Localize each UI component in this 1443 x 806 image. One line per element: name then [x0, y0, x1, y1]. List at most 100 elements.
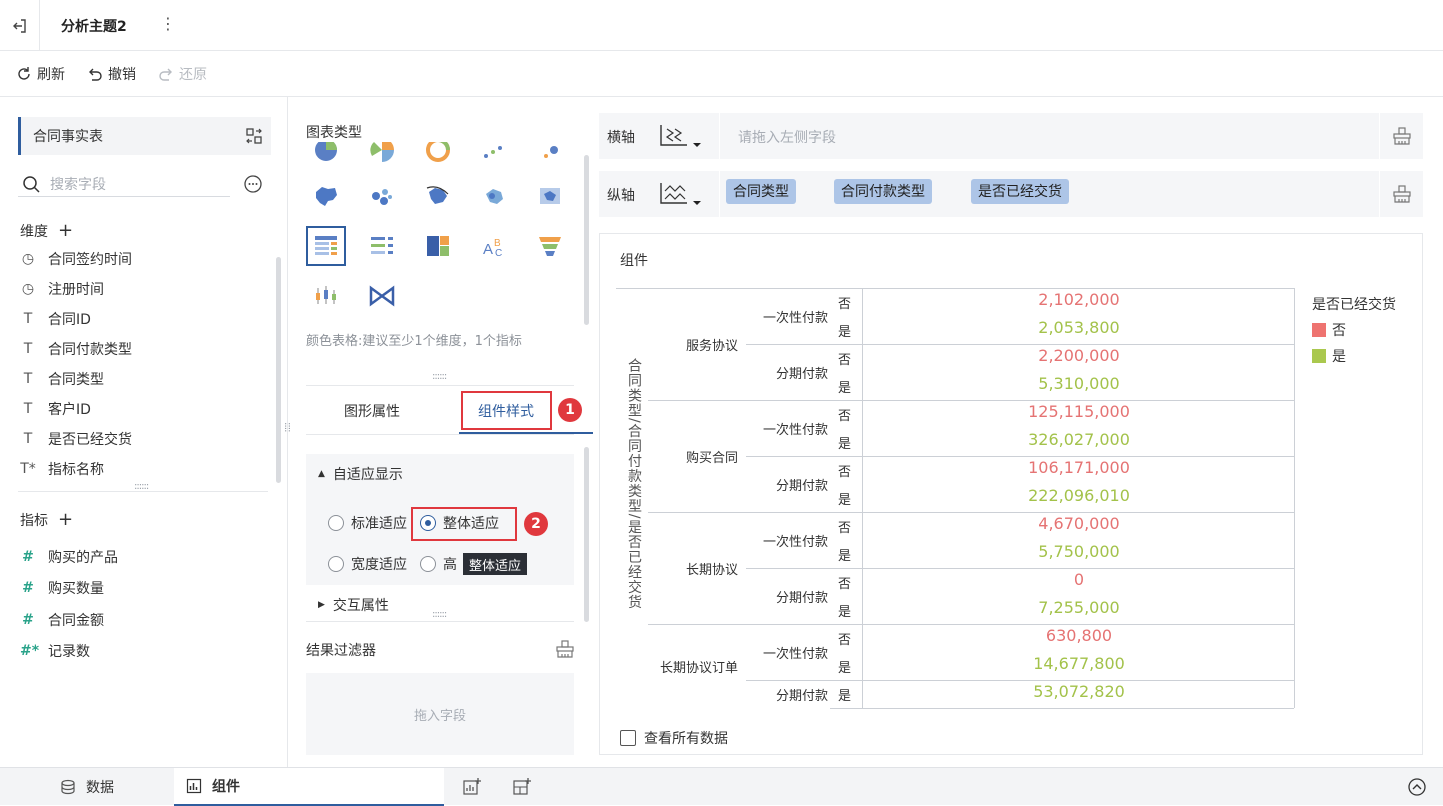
- flow-map-icon[interactable]: [418, 176, 458, 216]
- radio-width-fit[interactable]: 宽度适应: [328, 554, 407, 574]
- pie-chart-icon[interactable]: [306, 142, 346, 170]
- delivered-cell[interactable]: 是: [838, 489, 851, 508]
- framed-flow-icon[interactable]: [362, 276, 402, 312]
- dimension-field[interactable]: T* 指标名称: [20, 459, 104, 479]
- switch-table-icon[interactable]: [245, 127, 263, 145]
- dimension-field[interactable]: T 合同类型: [20, 369, 104, 389]
- heat-map-icon[interactable]: [474, 176, 514, 216]
- delivered-cell[interactable]: 是: [838, 685, 851, 704]
- point-map-icon[interactable]: [362, 176, 402, 216]
- ring-chart-icon[interactable]: [418, 142, 458, 170]
- clear-brush-icon[interactable]: [555, 639, 575, 659]
- delivered-cell[interactable]: 否: [838, 293, 851, 312]
- dimension-field[interactable]: T 合同ID: [20, 309, 91, 329]
- adaptive-section-header[interactable]: ▲ 自适应显示: [318, 464, 403, 484]
- delivered-cell[interactable]: 否: [838, 461, 851, 480]
- delivered-cell[interactable]: 否: [838, 629, 851, 648]
- chart-type-scrollbar[interactable]: [584, 155, 589, 325]
- value-cell[interactable]: 2,053,800: [864, 318, 1294, 337]
- tab-data[interactable]: 数据: [56, 768, 173, 806]
- radio-standard-fit[interactable]: 标准适应: [328, 513, 407, 533]
- filter-drop-zone[interactable]: 拖入字段: [306, 673, 574, 755]
- legend-item[interactable]: 是: [1312, 346, 1396, 366]
- value-cell[interactable]: 106,171,000: [864, 458, 1294, 477]
- add-dimension-icon[interactable]: +: [58, 220, 73, 241]
- legend-item[interactable]: 否: [1312, 320, 1396, 340]
- gis-map-icon[interactable]: [530, 176, 566, 216]
- word-cloud-icon[interactable]: ABC: [474, 226, 514, 266]
- contract-type-cell[interactable]: 购买合同: [648, 447, 738, 466]
- refresh-button[interactable]: 刷新: [16, 64, 65, 84]
- contract-type-cell[interactable]: 长期协议: [648, 559, 738, 578]
- dimension-field[interactable]: ◷ 注册时间: [20, 279, 104, 299]
- delivered-cell[interactable]: 否: [838, 405, 851, 424]
- x-axis-type-selector[interactable]: [659, 123, 703, 155]
- dimension-field[interactable]: T 合同付款类型: [20, 339, 132, 359]
- y-axis-field-pill[interactable]: 是否已经交货: [971, 179, 1069, 204]
- table-selector[interactable]: 合同事实表: [18, 117, 271, 155]
- field-search[interactable]: 搜索字段: [18, 171, 230, 197]
- tab-component[interactable]: 组件: [174, 768, 444, 806]
- measure-field[interactable]: # 购买的产品: [20, 547, 118, 567]
- scatter-chart-icon[interactable]: [474, 142, 514, 170]
- value-cell[interactable]: 326,027,000: [864, 430, 1294, 449]
- clear-brush-icon[interactable]: [1392, 126, 1412, 146]
- value-cell[interactable]: 7,255,000: [864, 598, 1294, 617]
- value-cell[interactable]: 5,310,000: [864, 374, 1294, 393]
- collapse-up-icon[interactable]: [1407, 777, 1427, 797]
- region-map-icon[interactable]: [306, 176, 346, 216]
- value-cell[interactable]: 14,677,800: [864, 654, 1294, 673]
- y-axis-field-pill[interactable]: 合同付款类型: [834, 179, 932, 204]
- payment-type-cell[interactable]: 一次性付款: [746, 307, 828, 326]
- value-cell[interactable]: 4,670,000: [864, 514, 1294, 533]
- x-axis-placeholder[interactable]: 请拖入左侧字段: [738, 127, 836, 147]
- delivered-cell[interactable]: 是: [838, 321, 851, 340]
- value-cell[interactable]: 125,115,000: [864, 402, 1294, 421]
- delivered-cell[interactable]: 否: [838, 517, 851, 536]
- resize-handle[interactable]: ::::::: [432, 609, 447, 620]
- payment-type-cell[interactable]: 一次性付款: [746, 531, 828, 550]
- delivered-cell[interactable]: 否: [838, 573, 851, 592]
- delivered-cell[interactable]: 是: [838, 433, 851, 452]
- payment-type-cell[interactable]: 一次性付款: [746, 643, 828, 662]
- payment-type-cell[interactable]: 分期付款: [746, 475, 828, 494]
- redo-button[interactable]: 还原: [158, 64, 207, 84]
- grouped-table-icon[interactable]: [362, 226, 402, 266]
- measure-field[interactable]: # 购买数量: [20, 578, 104, 598]
- funnel-chart-icon[interactable]: [530, 226, 566, 266]
- add-component-icon[interactable]: [462, 777, 482, 797]
- value-cell[interactable]: 2,200,000: [864, 346, 1294, 365]
- value-cell[interactable]: 2,102,000: [864, 290, 1294, 309]
- tab-graphic-properties[interactable]: 图形属性: [344, 401, 400, 421]
- contract-type-cell[interactable]: 长期协议订单: [648, 657, 738, 676]
- delivered-cell[interactable]: 是: [838, 657, 851, 676]
- measure-field[interactable]: # 合同金额: [20, 610, 104, 630]
- y-axis-type-selector[interactable]: [659, 181, 703, 213]
- payment-type-cell[interactable]: 分期付款: [746, 685, 828, 704]
- y-axis-field-pill[interactable]: 合同类型: [726, 179, 796, 204]
- view-all-data-checkbox[interactable]: 查看所有数据: [620, 728, 728, 748]
- value-cell[interactable]: 0: [864, 570, 1294, 589]
- rose-chart-icon[interactable]: [362, 142, 402, 170]
- value-cell[interactable]: 630,800: [864, 626, 1294, 645]
- more-options-icon[interactable]: [243, 174, 263, 194]
- more-menu-icon[interactable]: ⋮: [160, 14, 176, 33]
- value-cell[interactable]: 5,750,000: [864, 542, 1294, 561]
- payment-type-cell[interactable]: 分期付款: [746, 587, 828, 606]
- undo-button[interactable]: 撤销: [87, 64, 136, 84]
- treemap-icon[interactable]: [418, 226, 458, 266]
- radio-height-fit[interactable]: 高: [420, 554, 457, 574]
- add-measure-icon[interactable]: +: [58, 509, 73, 530]
- resize-handle[interactable]: ::::::: [432, 371, 447, 382]
- payment-type-cell[interactable]: 一次性付款: [746, 419, 828, 438]
- interaction-section-header[interactable]: ▶ 交互属性: [318, 595, 389, 615]
- candlestick-chart-icon[interactable]: [306, 276, 346, 312]
- measure-field[interactable]: #* 记录数: [20, 641, 90, 661]
- style-scrollbar[interactable]: [584, 447, 589, 622]
- delivered-cell[interactable]: 是: [838, 377, 851, 396]
- dimension-field[interactable]: T 是否已经交货: [20, 429, 132, 449]
- clear-brush-icon[interactable]: [1392, 184, 1412, 204]
- delivered-cell[interactable]: 是: [838, 601, 851, 620]
- contract-type-cell[interactable]: 服务协议: [648, 335, 738, 354]
- exit-button[interactable]: [0, 0, 40, 51]
